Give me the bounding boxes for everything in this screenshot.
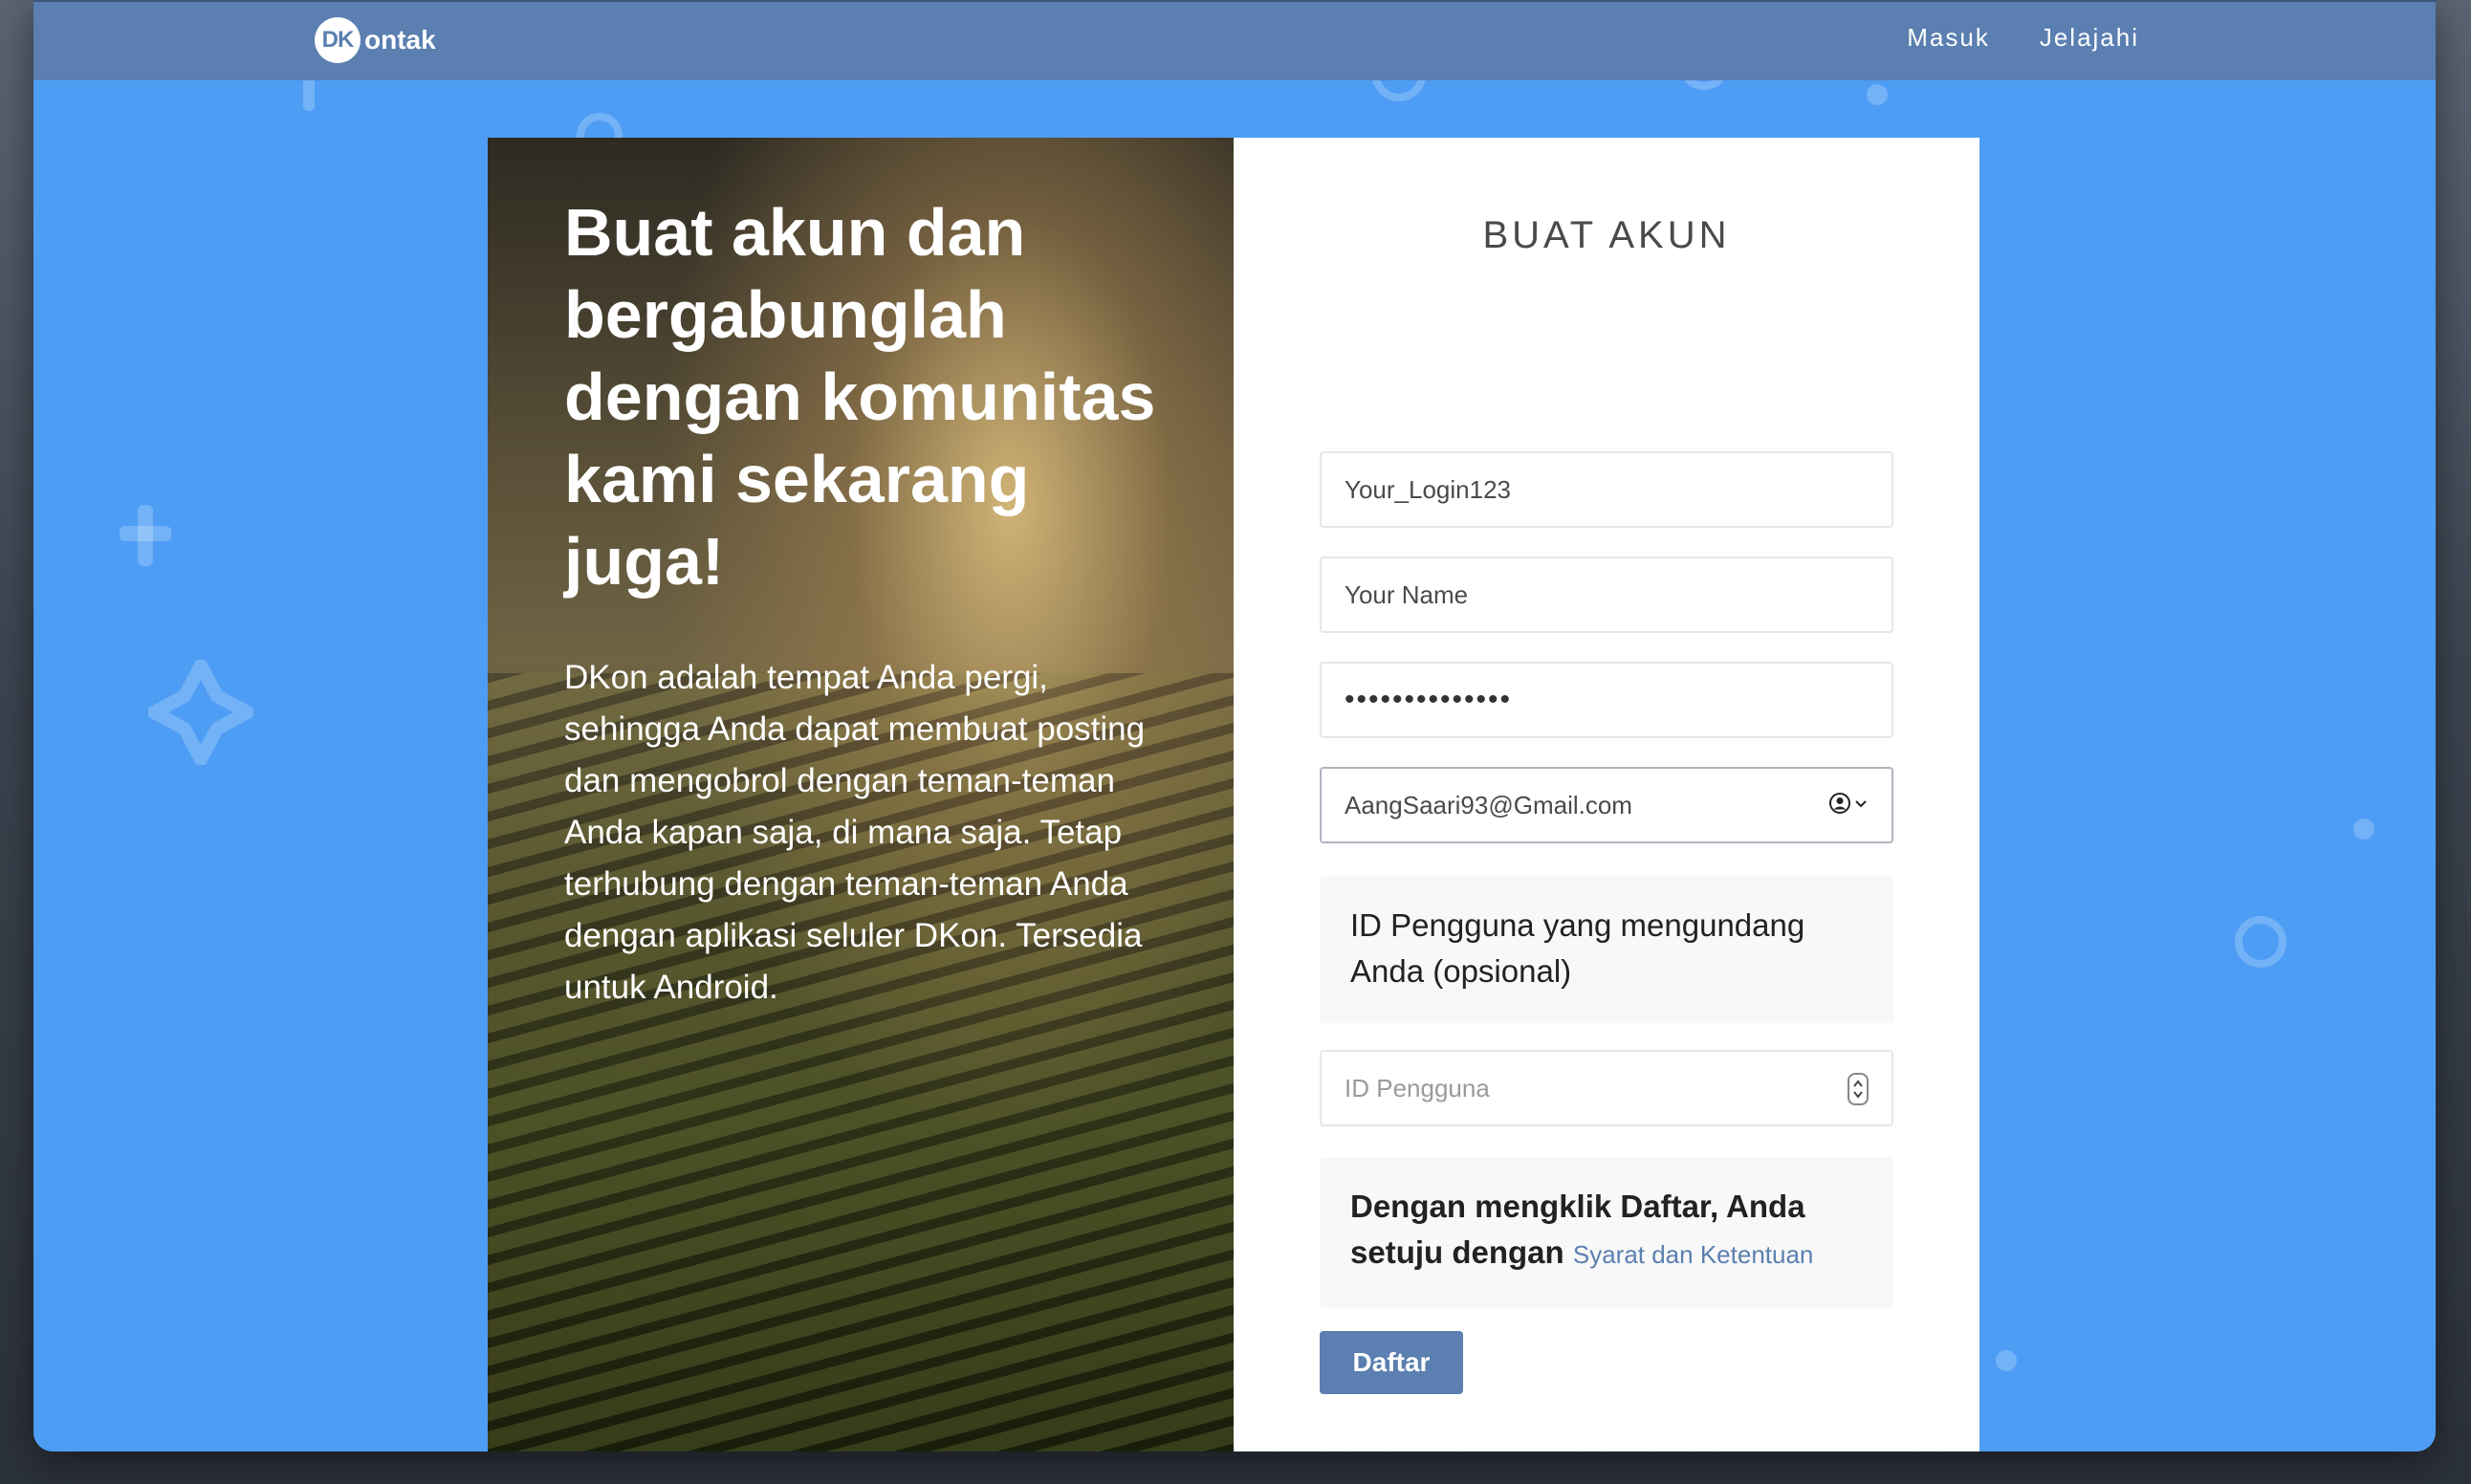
user-id-field[interactable] [1320, 1050, 1893, 1126]
decor-ring [2235, 916, 2286, 968]
sparkle-icon [148, 660, 253, 765]
hero-description: DKon adalah tempat Anda pergi, sehingga … [564, 659, 1146, 1006]
password-input[interactable]: •••••••••••••• [1345, 684, 1512, 716]
chevron-down-icon [1855, 800, 1867, 808]
hero-panel: Buat akun dan bergabunglah dengan komuni… [488, 138, 1234, 1451]
email-field[interactable] [1320, 767, 1893, 843]
stepper-icon[interactable] [1848, 1073, 1869, 1105]
terms-link[interactable]: Syarat dan Ketentuan [1573, 1240, 1814, 1269]
nav-link-masuk[interactable]: Masuk [1907, 23, 1990, 53]
name-field[interactable] [1320, 556, 1893, 633]
plus-icon [120, 505, 171, 566]
signup-form: BUAT AKUN •••••••••••••• [1234, 138, 1979, 1451]
daftar-button[interactable]: Daftar [1320, 1331, 1463, 1394]
login-input[interactable] [1345, 474, 1869, 505]
browser-window: DK ontak Masuk Jelajahi Buat akun dan be… [33, 0, 2436, 1451]
name-input[interactable] [1345, 579, 1869, 610]
password-field[interactable]: •••••••••••••• [1320, 662, 1893, 738]
decor-dot [1996, 1350, 2017, 1371]
inviter-label: ID Pengguna yang mengundang Anda (opsion… [1320, 876, 1893, 1023]
logo-badge: DK [315, 17, 361, 63]
form-title: BUAT AKUN [1482, 214, 1731, 256]
logo-text: ontak [364, 25, 436, 55]
signup-card: Buat akun dan bergabunglah dengan komuni… [488, 138, 1979, 1451]
autofill-button[interactable] [1828, 792, 1869, 815]
decor-dot [2353, 818, 2374, 840]
user-id-input[interactable] [1345, 1073, 1869, 1103]
email-input[interactable] [1345, 790, 1869, 820]
hero-headline: Buat akun dan bergabunglah dengan komuni… [564, 195, 1156, 599]
decor-dot [1867, 84, 1888, 105]
terms-notice: Dengan mengklik Daftar, Anda setuju deng… [1320, 1157, 1893, 1308]
top-navigation-bar: DK ontak Masuk Jelajahi [33, 0, 2436, 80]
nav-link-jelajahi[interactable]: Jelajahi [2040, 23, 2139, 53]
top-nav: Masuk Jelajahi [1907, 23, 2139, 53]
site-logo[interactable]: DK ontak [315, 17, 436, 63]
user-circle-icon [1829, 793, 1850, 814]
login-field[interactable] [1320, 451, 1893, 528]
